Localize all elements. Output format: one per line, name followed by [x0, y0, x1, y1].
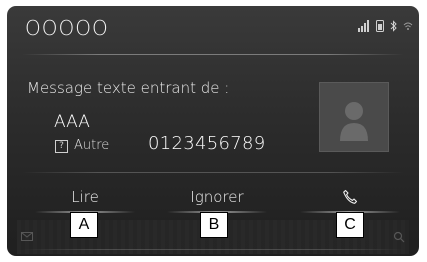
callout-b: B	[200, 212, 228, 238]
ignore-button[interactable]: Ignorer	[147, 180, 287, 214]
phone-type-label: Autre	[74, 138, 110, 153]
question-mark-icon: ?	[55, 140, 68, 153]
header-divider	[22, 54, 404, 55]
phone-number: 0123456789	[148, 133, 266, 154]
contact-avatar	[319, 82, 389, 152]
signal-icon	[358, 20, 369, 32]
content-divider	[22, 172, 404, 173]
contact-silhouette-icon	[340, 102, 368, 141]
wifi-icon	[403, 22, 413, 30]
sender-name: AAA	[54, 112, 90, 132]
status-bar	[358, 19, 413, 33]
phone-handset-icon	[343, 189, 358, 204]
phone-battery-icon	[376, 20, 384, 32]
call-button[interactable]	[289, 180, 411, 214]
bottom-divider	[22, 249, 404, 250]
read-button[interactable]: Lire	[15, 180, 155, 214]
callout-c: C	[336, 212, 364, 238]
search-icon	[393, 231, 405, 243]
screen-title: OOOOO	[25, 16, 109, 40]
message-heading: Message texte entrant de :	[27, 79, 230, 97]
bluetooth-icon	[390, 20, 397, 32]
callout-a: A	[70, 212, 98, 238]
envelope-icon	[21, 232, 33, 241]
